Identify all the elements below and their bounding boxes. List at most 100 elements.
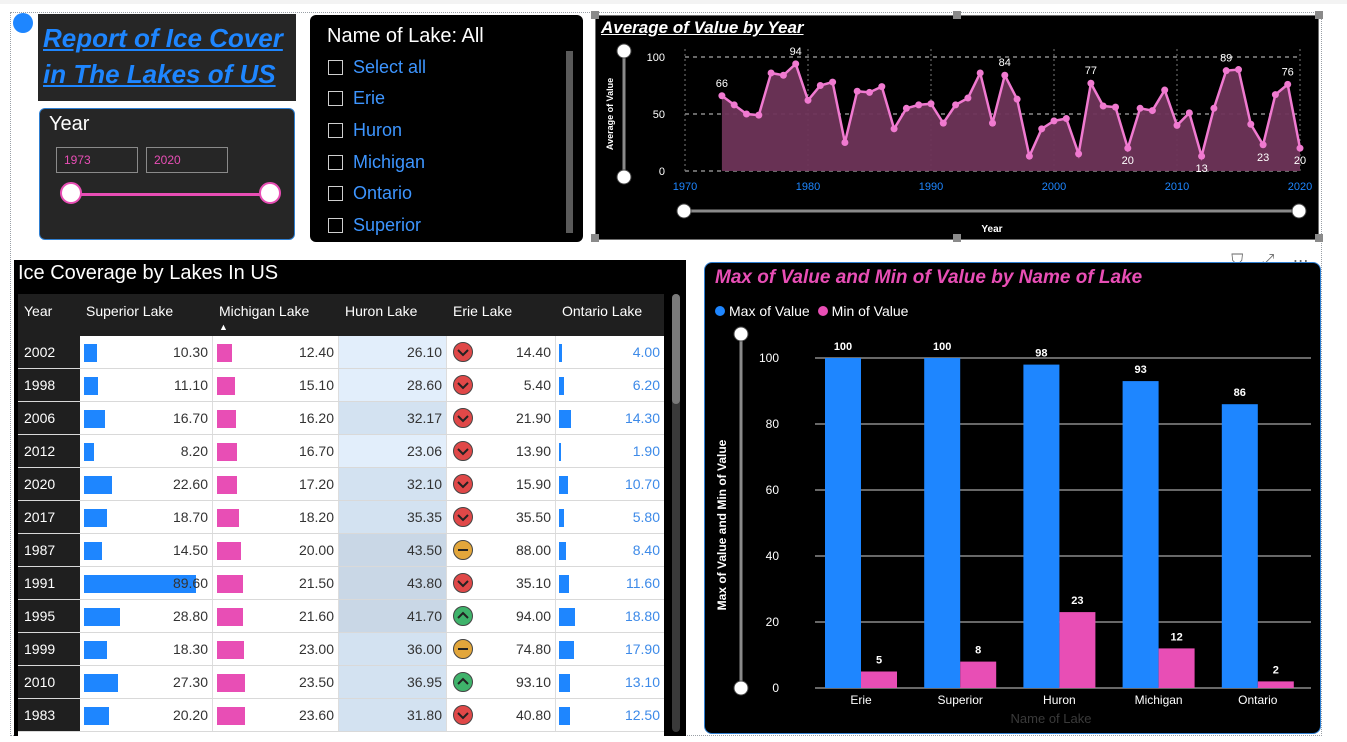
- year-slider-track[interactable]: [70, 193, 272, 196]
- ontario-databar: [559, 608, 575, 626]
- superior-value: 8.20: [180, 443, 208, 459]
- cell-superior: 16.70: [80, 402, 213, 434]
- x-range-slider-handle: [1291, 203, 1307, 219]
- table-row[interactable]: 2006 16.70 16.20 32.17 21.90 14.30: [18, 402, 664, 435]
- line-point: [1099, 102, 1107, 110]
- line-point: [792, 60, 800, 68]
- bar-min-ontario: [1257, 681, 1294, 688]
- header-superior[interactable]: Superior Lake: [80, 294, 213, 336]
- header-huron[interactable]: Huron Lake: [339, 294, 447, 336]
- table-row[interactable]: 2010 27.30 23.50 36.95 93.10 13.10: [18, 666, 664, 699]
- selection-dot-icon[interactable]: [13, 13, 33, 33]
- line-point: [1185, 109, 1193, 117]
- table-row[interactable]: 2017 18.70 18.20 35.35 35.50 5.80: [18, 501, 664, 534]
- table-row[interactable]: 1983 20.20 23.60 31.80 40.80 12.50: [18, 699, 664, 732]
- lake-option-huron[interactable]: Huron: [328, 118, 402, 142]
- sort-ascending-icon[interactable]: ▲: [219, 322, 228, 332]
- line-chart-card: Average of Value by Year 0 50 100 1970 1980 1…: [595, 15, 1319, 240]
- table-row[interactable]: 1991 89.60 21.50 43.80 35.10 11.60: [18, 567, 664, 600]
- table-row[interactable]: 1995 28.80 21.60 41.70 94.00 18.80: [18, 600, 664, 633]
- header-year[interactable]: Year: [18, 294, 80, 336]
- line-point: [816, 82, 824, 89]
- line-point: [1247, 120, 1255, 128]
- line-point: [1173, 121, 1181, 129]
- checkbox-icon[interactable]: [328, 90, 343, 106]
- line-point: [1148, 107, 1156, 115]
- cell-erie: 5.40: [447, 369, 556, 401]
- line-point: [878, 83, 886, 91]
- superior-databar: [84, 542, 103, 560]
- table-row[interactable]: 2002 10.30 12.40 26.10 14.40 4.00: [18, 336, 664, 369]
- resize-handle-icon[interactable]: [1315, 234, 1323, 242]
- cell-huron: 32.10: [339, 468, 447, 500]
- data-label: 94: [790, 46, 802, 58]
- huron-value: 26.10: [406, 344, 442, 360]
- erie-value: 74.80: [515, 641, 551, 657]
- michigan-value: 21.50: [298, 575, 334, 591]
- table-row[interactable]: 2012 8.20 16.70 23.06 13.90 1.90: [18, 435, 664, 468]
- lake-option-label: Michigan: [353, 151, 426, 172]
- table-row[interactable]: 1998 11.10 15.10 28.60 5.40 6.20: [18, 369, 664, 402]
- header-ontario[interactable]: Ontario Lake: [556, 294, 664, 336]
- resize-handle-icon[interactable]: [591, 234, 599, 242]
- cell-year: 1991: [18, 567, 80, 599]
- superior-value: 89.60: [172, 575, 208, 591]
- checkbox-icon[interactable]: [328, 59, 343, 75]
- year-end-handle[interactable]: [259, 182, 281, 204]
- checkbox-icon[interactable]: [328, 217, 343, 233]
- table-body: 2002 10.30 12.40 26.10 14.40 4.00 1998 1…: [18, 336, 664, 736]
- michigan-value: 18.20: [298, 509, 334, 525]
- cell-michigan: 20.00: [213, 534, 339, 566]
- ontario-value: 13.10: [624, 674, 660, 690]
- cell-year: 1987: [18, 534, 80, 566]
- top-bar: [0, 0, 1347, 4]
- lake-option-select-all[interactable]: Select all: [328, 55, 426, 79]
- table-row[interactable]: 2020 22.60 17.20 32.10 15.90 10.70: [18, 468, 664, 501]
- resize-handle-icon[interactable]: [953, 11, 961, 19]
- cell-michigan: 23.60: [213, 699, 339, 731]
- cell-ontario: 4.00: [556, 336, 664, 368]
- resize-handle-icon[interactable]: [1315, 11, 1323, 19]
- report-title[interactable]: Report of Ice Cover in The Lakes of US: [43, 20, 293, 92]
- year-start-input[interactable]: 1973: [56, 147, 138, 173]
- lake-slicer-scrollbar[interactable]: [566, 51, 573, 233]
- huron-value: 32.17: [406, 410, 442, 426]
- kpi-down-icon: [453, 408, 473, 428]
- table-row[interactable]: 1999 18.30 23.00 36.00 74.80 17.90: [18, 633, 664, 666]
- data-label: 77: [1085, 65, 1097, 77]
- checkbox-icon[interactable]: [328, 154, 343, 170]
- checkbox-icon[interactable]: [328, 122, 343, 138]
- data-label: 84: [999, 57, 1011, 69]
- superior-databar: [84, 608, 120, 626]
- lake-option-michigan[interactable]: Michigan: [328, 150, 425, 174]
- checkbox-icon[interactable]: [328, 185, 343, 201]
- year-end-input[interactable]: 2020: [146, 147, 228, 173]
- header-erie[interactable]: Erie Lake: [447, 294, 556, 336]
- cell-erie: 74.80: [447, 633, 556, 665]
- header-michigan[interactable]: Michigan Lake: [213, 294, 339, 336]
- table-title: Ice Coverage by Lakes In US: [18, 262, 279, 284]
- year-start-handle[interactable]: [60, 182, 82, 204]
- ontario-databar: [559, 542, 567, 560]
- line-point: [976, 69, 984, 77]
- data-label-max: 86: [1234, 387, 1246, 399]
- resize-handle-icon[interactable]: [591, 11, 599, 19]
- lake-option-superior[interactable]: Superior: [328, 213, 421, 237]
- line-point: [1062, 115, 1070, 123]
- ontario-databar: [559, 674, 571, 692]
- table-row[interactable]: 1987 14.50 20.00 43.50 88.00 8.40: [18, 534, 664, 567]
- huron-value: 36.00: [406, 641, 442, 657]
- resize-handle-icon[interactable]: [953, 234, 961, 242]
- line-point: [1112, 103, 1119, 111]
- line-point: [829, 78, 837, 86]
- line-point: [927, 100, 935, 108]
- table-scrollbar-thumb[interactable]: [672, 294, 680, 404]
- superior-databar: [84, 641, 107, 659]
- cell-year: 1999: [18, 633, 80, 665]
- table-scrollbar[interactable]: [672, 294, 680, 732]
- data-label: 20: [1294, 155, 1306, 167]
- lake-option-ontario[interactable]: Ontario: [328, 181, 412, 205]
- lake-option-erie[interactable]: Erie: [328, 86, 385, 110]
- line-point: [1222, 67, 1230, 75]
- ontario-value: 12.50: [624, 707, 660, 723]
